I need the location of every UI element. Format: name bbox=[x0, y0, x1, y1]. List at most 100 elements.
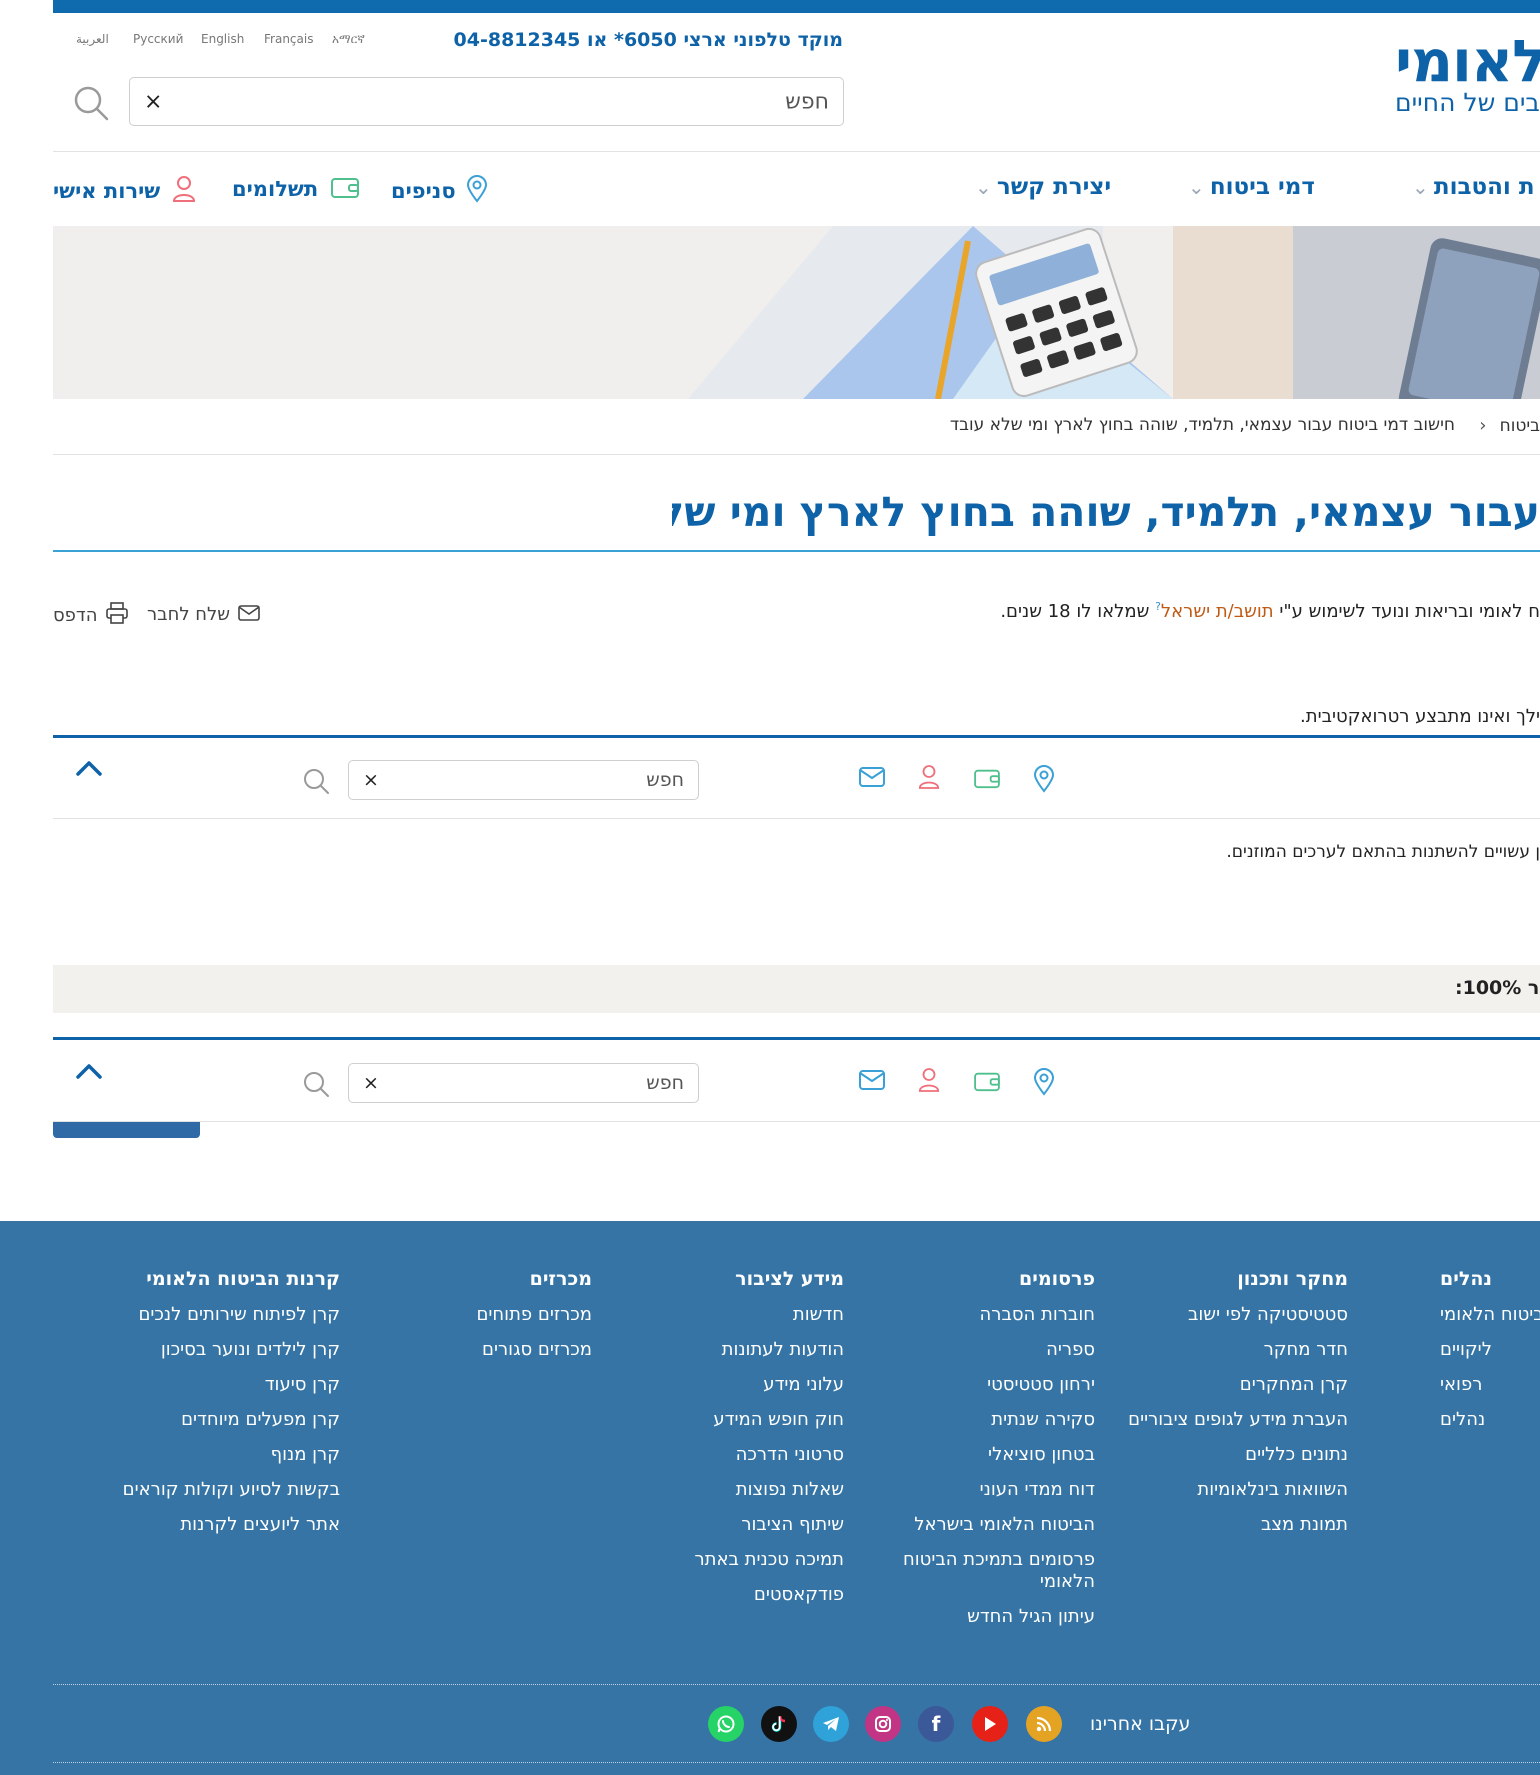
footer-link[interactable]: שיתוף הציבור bbox=[640, 1514, 844, 1536]
footer-link[interactable]: ירחון סטטיסטי bbox=[885, 1374, 1095, 1396]
whatsapp-icon[interactable] bbox=[708, 1706, 744, 1742]
footer-link[interactable]: השוואות בינלאומיות bbox=[1110, 1479, 1348, 1501]
footer-link[interactable]: קרן סיעוד bbox=[100, 1374, 340, 1396]
intro-paragraph: ח לאומי ובריאות ונועד לשימוש ע"י תושב/ת … bbox=[940, 600, 1540, 622]
footer-column-title: מכרזים bbox=[529, 1268, 592, 1290]
footer-link[interactable]: רפואי bbox=[1440, 1374, 1482, 1395]
lang-amharic[interactable]: አማርኛ bbox=[332, 32, 365, 47]
nav-item-insurance-fees[interactable]: ⌄ דמי ביטוח bbox=[1188, 174, 1315, 200]
footer-link[interactable]: קרן המחקרים bbox=[1110, 1374, 1348, 1396]
footer-link-wrap: נהלים bbox=[1440, 1409, 1540, 1431]
content-line-retroactive: ילך ואינו מתבצע רטרואקטיבית. bbox=[1300, 706, 1540, 727]
footer-link[interactable]: קרן לילדים ונוער בסיכון bbox=[100, 1339, 340, 1361]
quick-link-label: סניפים bbox=[391, 179, 456, 203]
footer-link[interactable]: בקשות לסיוע וקולות קוראים bbox=[100, 1479, 340, 1501]
follow-us-label: עקבו אחרינו bbox=[1090, 1713, 1191, 1735]
footer-link[interactable]: קרן לפיתוח שירותים לנכים bbox=[100, 1304, 340, 1326]
footer-link[interactable]: דוח ממדי העוני bbox=[885, 1479, 1095, 1501]
breadcrumb-parent[interactable]: ביטוח bbox=[1500, 416, 1540, 436]
print-button[interactable]: הדפס bbox=[53, 602, 128, 628]
footer-link[interactable]: מכרזים פתוחים bbox=[390, 1304, 592, 1326]
youtube-icon[interactable] bbox=[972, 1706, 1008, 1742]
footer-link[interactable]: ספריה bbox=[885, 1339, 1095, 1361]
search-icon[interactable] bbox=[72, 84, 110, 126]
lang-arabic[interactable]: العربية bbox=[76, 32, 109, 46]
user-icon bbox=[172, 175, 196, 207]
chevron-up-icon[interactable] bbox=[75, 1062, 103, 1084]
footer-link[interactable]: קרן מנוף bbox=[100, 1444, 340, 1466]
instagram-icon[interactable] bbox=[865, 1706, 901, 1742]
page-title: עבור עצמאי, תלמיד, שוהה בחוץ לארץ ומי של… bbox=[672, 488, 1540, 536]
chevron-up-icon[interactable] bbox=[75, 759, 103, 781]
footer-link[interactable]: ביטוח הלאומי bbox=[1440, 1304, 1540, 1325]
footer-link[interactable]: אתר ליועצים לקרנות bbox=[100, 1514, 340, 1536]
footer-link[interactable]: נהלים bbox=[1440, 1409, 1485, 1430]
footer-column-title: נהלים bbox=[1440, 1268, 1492, 1290]
envelope-icon bbox=[238, 604, 260, 625]
lang-french[interactable]: Français bbox=[264, 32, 313, 46]
user-icon[interactable] bbox=[918, 764, 940, 794]
footer-column-title-wrap: נהלים bbox=[1440, 1268, 1540, 1290]
sticky-search-input[interactable]: × חפש bbox=[348, 1063, 699, 1103]
user-icon[interactable] bbox=[918, 1067, 940, 1097]
footer-link[interactable]: חדשות bbox=[640, 1304, 844, 1326]
footer-link[interactable]: תמונת מצב bbox=[1110, 1514, 1348, 1536]
wallet-icon[interactable] bbox=[972, 1070, 1002, 1096]
send-to-friend-button[interactable]: שלח לחבר bbox=[147, 604, 260, 625]
footer-link[interactable]: עלוני מידע bbox=[640, 1374, 844, 1396]
lang-english[interactable]: English bbox=[201, 32, 244, 46]
quick-link-personal-service[interactable]: שירות אישי bbox=[53, 175, 196, 207]
footer-link[interactable]: שאלות נפוצות bbox=[640, 1479, 844, 1501]
location-pin-icon[interactable] bbox=[1033, 1068, 1055, 1100]
footer-link[interactable]: פרסומים בתמיכת הביטוח הלאומי bbox=[885, 1549, 1095, 1593]
hero-banner bbox=[53, 226, 1540, 399]
quick-link-label: תשלומים bbox=[232, 177, 319, 201]
footer-link[interactable]: נתונים כלליים bbox=[1110, 1444, 1348, 1466]
search-icon[interactable] bbox=[302, 1070, 330, 1102]
telegram-icon[interactable] bbox=[813, 1706, 849, 1742]
footer-link[interactable]: פודקאסטים bbox=[640, 1584, 844, 1606]
intro-text-start: ח לאומי ובריאות ונועד לשימוש ע"י bbox=[1279, 601, 1540, 622]
facebook-icon[interactable]: f bbox=[918, 1706, 954, 1742]
intro-text-end: שמלאו לו 18 שנים. bbox=[1000, 601, 1150, 622]
rss-icon[interactable] bbox=[1026, 1706, 1062, 1742]
footer-link[interactable]: קרן מפעלים מיוחדים bbox=[100, 1409, 340, 1431]
footer-link[interactable]: הביטוח הלאומי בישראל bbox=[885, 1514, 1095, 1536]
printer-icon bbox=[105, 602, 128, 628]
footer-link[interactable]: חדר מחקר bbox=[1110, 1339, 1348, 1361]
sticky-search-input[interactable]: × חפש bbox=[348, 760, 699, 800]
nav-item-contact[interactable]: ⌄ יצירת קשר bbox=[975, 174, 1111, 200]
quick-link-payments[interactable]: תשלומים bbox=[232, 175, 360, 203]
footer-link[interactable]: סרטוני הדרכה bbox=[640, 1444, 844, 1466]
wallet-icon[interactable] bbox=[972, 767, 1002, 793]
footer-link[interactable]: מכרזים סגורים bbox=[390, 1339, 592, 1361]
clear-search-icon[interactable]: × bbox=[363, 769, 379, 791]
envelope-icon[interactable] bbox=[859, 767, 885, 791]
footer-link[interactable]: העברת מידע לגופים ציבוריים bbox=[1110, 1409, 1348, 1431]
site-logo[interactable]: הלאומי bbox=[1395, 32, 1540, 90]
location-pin-icon[interactable] bbox=[1033, 765, 1055, 797]
nav-item-benefits[interactable]: ⌄ ת והטבות bbox=[1412, 174, 1535, 200]
quick-link-branches[interactable]: סניפים bbox=[391, 175, 488, 207]
envelope-icon[interactable] bbox=[859, 1070, 885, 1094]
footer-link[interactable]: תמיכה טכנית באתר bbox=[640, 1549, 844, 1571]
footer-bottom-divider bbox=[53, 1762, 1540, 1763]
content-line-values: ן עשויים להשתנות בהתאם לערכים המוזנים. bbox=[1226, 842, 1540, 862]
footer-link[interactable]: בטחון סוציאלי bbox=[885, 1444, 1095, 1466]
search-icon[interactable] bbox=[302, 767, 330, 799]
lang-russian[interactable]: Русский bbox=[133, 32, 183, 46]
resident-link[interactable]: תושב/ת ישראל bbox=[1161, 601, 1274, 622]
tiktok-icon[interactable] bbox=[761, 1706, 797, 1742]
footer-link[interactable]: ליקויים bbox=[1440, 1339, 1492, 1360]
footer-link[interactable]: חוק חופש המידע bbox=[640, 1409, 844, 1431]
search-input[interactable]: × חפש bbox=[129, 77, 844, 126]
footer-link[interactable]: סטטיסטיקה לפי ישוב bbox=[1110, 1304, 1348, 1326]
submit-button-edge[interactable] bbox=[53, 1122, 200, 1137]
footer-link[interactable]: חוברות הסברה bbox=[885, 1304, 1095, 1326]
footer-link[interactable]: סקירה שנתית bbox=[885, 1409, 1095, 1431]
footer-link[interactable]: הודעות לעתונות bbox=[640, 1339, 844, 1361]
footer-link[interactable]: עיתון הגיל החדש bbox=[885, 1606, 1095, 1628]
clear-search-icon[interactable]: × bbox=[363, 1072, 379, 1094]
clear-search-icon[interactable]: × bbox=[144, 89, 162, 114]
nav-item-label: ת והטבות bbox=[1433, 174, 1535, 200]
